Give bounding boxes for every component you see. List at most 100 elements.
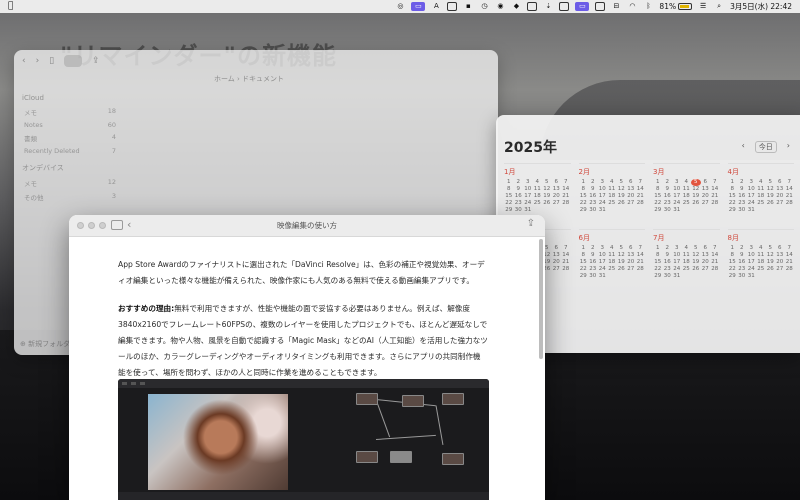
day-cell[interactable]: 27 (775, 266, 785, 273)
day-cell[interactable]: 13 (775, 252, 785, 259)
app-switcher-icon[interactable]: ▭ (411, 2, 426, 11)
day-cell[interactable]: 15 (579, 259, 589, 266)
day-cell[interactable]: 19 (617, 259, 627, 266)
day-cell[interactable]: 31 (747, 207, 757, 214)
day-cell[interactable]: 15 (653, 259, 663, 266)
day-cell[interactable]: 5 (766, 245, 776, 252)
day-cell[interactable]: 11 (682, 252, 692, 259)
day-cell[interactable]: 3 (598, 179, 608, 186)
day-cell[interactable]: 2 (663, 179, 673, 186)
day-cell[interactable]: 22 (653, 266, 663, 273)
day-cell[interactable] (710, 273, 720, 280)
day-cell[interactable]: 19 (691, 259, 701, 266)
day-cell[interactable]: 27 (552, 266, 562, 273)
day-cell[interactable]: 24 (523, 200, 533, 207)
day-cell[interactable]: 7 (561, 245, 571, 252)
day-cell[interactable]: 3 (672, 245, 682, 252)
day-cell[interactable]: 29 (579, 273, 589, 280)
battery-indicator[interactable]: 81% (659, 2, 693, 11)
day-cell[interactable]: 6 (552, 179, 562, 186)
day-cell[interactable]: 18 (756, 259, 766, 266)
day-cell[interactable]: 10 (598, 252, 608, 259)
day-cell[interactable]: 30 (737, 207, 747, 214)
day-cell[interactable]: 31 (747, 273, 757, 280)
day-cell[interactable] (626, 207, 636, 214)
day-cell[interactable]: 4 (533, 179, 543, 186)
day-cell[interactable]: 6 (775, 179, 785, 186)
day-cell[interactable]: 14 (561, 186, 571, 193)
day-cell[interactable]: 3 (747, 245, 757, 252)
day-cell[interactable]: 25 (756, 200, 766, 207)
day-cell[interactable]: 10 (747, 186, 757, 193)
day-cell[interactable]: 18 (607, 259, 617, 266)
today-button[interactable]: 今日 (754, 141, 777, 153)
day-cell[interactable]: 19 (766, 259, 776, 266)
day-cell[interactable]: 6 (626, 179, 636, 186)
day-cell[interactable]: 6 (775, 245, 785, 252)
day-cell[interactable]: 21 (561, 259, 571, 266)
day-cell[interactable]: 27 (775, 200, 785, 207)
day-cell[interactable]: 21 (785, 259, 795, 266)
day-cell[interactable]: 1 (728, 179, 738, 186)
calendar-month[interactable]: 7月 1 2 3 4 5 6 7 8 9 10 11 12 13 14 15 16 17 18 19 20 21 22 23 2… (653, 229, 720, 285)
day-cell[interactable]: 13 (626, 252, 636, 259)
share-icon[interactable]: ⇪ (92, 56, 100, 66)
day-cell[interactable]: 26 (691, 200, 701, 207)
display-icon[interactable] (447, 2, 458, 11)
day-cell[interactable]: 1 (653, 245, 663, 252)
day-cell[interactable]: 13 (775, 186, 785, 193)
day-cell[interactable]: 15 (653, 193, 663, 200)
day-cell[interactable]: 26 (542, 200, 552, 207)
day-cell[interactable]: 1 (653, 179, 663, 186)
day-cell[interactable]: 24 (598, 266, 608, 273)
day-cell[interactable]: 24 (672, 200, 682, 207)
day-cell[interactable]: 11 (756, 186, 766, 193)
day-cell[interactable]: 7 (636, 245, 646, 252)
day-cell[interactable]: 4 (607, 245, 617, 252)
day-cell[interactable]: 14 (710, 186, 720, 193)
day-cell[interactable]: 4 (682, 179, 692, 186)
day-cell[interactable]: 9 (588, 186, 598, 193)
day-cell[interactable]: 22 (504, 200, 514, 207)
day-cell[interactable] (626, 273, 636, 280)
day-cell[interactable]: 30 (663, 273, 673, 280)
day-cell[interactable]: 21 (710, 193, 720, 200)
day-cell[interactable]: 7 (561, 179, 571, 186)
day-cell[interactable]: 16 (737, 193, 747, 200)
day-cell[interactable]: 4 (607, 179, 617, 186)
day-cell[interactable]: 8 (728, 252, 738, 259)
day-cell[interactable]: 11 (682, 186, 692, 193)
day-cell[interactable]: 22 (728, 266, 738, 273)
day-cell[interactable]: 27 (626, 200, 636, 207)
day-cell[interactable]: 27 (626, 266, 636, 273)
day-cell[interactable]: 10 (523, 186, 533, 193)
day-cell[interactable]: 14 (785, 252, 795, 259)
day-cell[interactable] (766, 207, 776, 214)
day-cell[interactable] (607, 207, 617, 214)
calendar-month[interactable]: 3月 1 2 3 4 5 6 7 8 9 10 11 12 13 14 15 16 17 18 19 20 21 22 23 2… (653, 163, 720, 219)
day-cell[interactable]: 30 (663, 207, 673, 214)
day-cell[interactable] (691, 273, 701, 280)
day-cell[interactable]: 10 (672, 186, 682, 193)
day-cell[interactable]: 11 (756, 252, 766, 259)
day-cell[interactable]: 22 (653, 200, 663, 207)
day-cell[interactable]: 26 (766, 200, 776, 207)
day-cell[interactable]: 15 (504, 193, 514, 200)
day-cell[interactable]: 12 (542, 186, 552, 193)
day-cell[interactable]: 26 (617, 200, 627, 207)
day-cell[interactable]: 17 (747, 193, 757, 200)
day-cell[interactable]: 21 (785, 193, 795, 200)
day-cell[interactable]: 7 (785, 179, 795, 186)
day-cell[interactable]: 31 (598, 207, 608, 214)
day-cell[interactable]: 7 (710, 179, 720, 186)
day-cell[interactable] (552, 207, 562, 214)
day-cell[interactable] (636, 273, 646, 280)
day-cell[interactable]: 27 (701, 266, 711, 273)
day-cell[interactable]: 23 (737, 200, 747, 207)
day-cell[interactable]: 12 (691, 252, 701, 259)
day-cell[interactable]: 28 (636, 266, 646, 273)
day-cell[interactable]: 20 (701, 193, 711, 200)
sidebar-item[interactable]: Recently Deleted 7 (20, 145, 120, 157)
day-cell[interactable]: 31 (672, 207, 682, 214)
shortcut-icon[interactable] (527, 2, 538, 11)
